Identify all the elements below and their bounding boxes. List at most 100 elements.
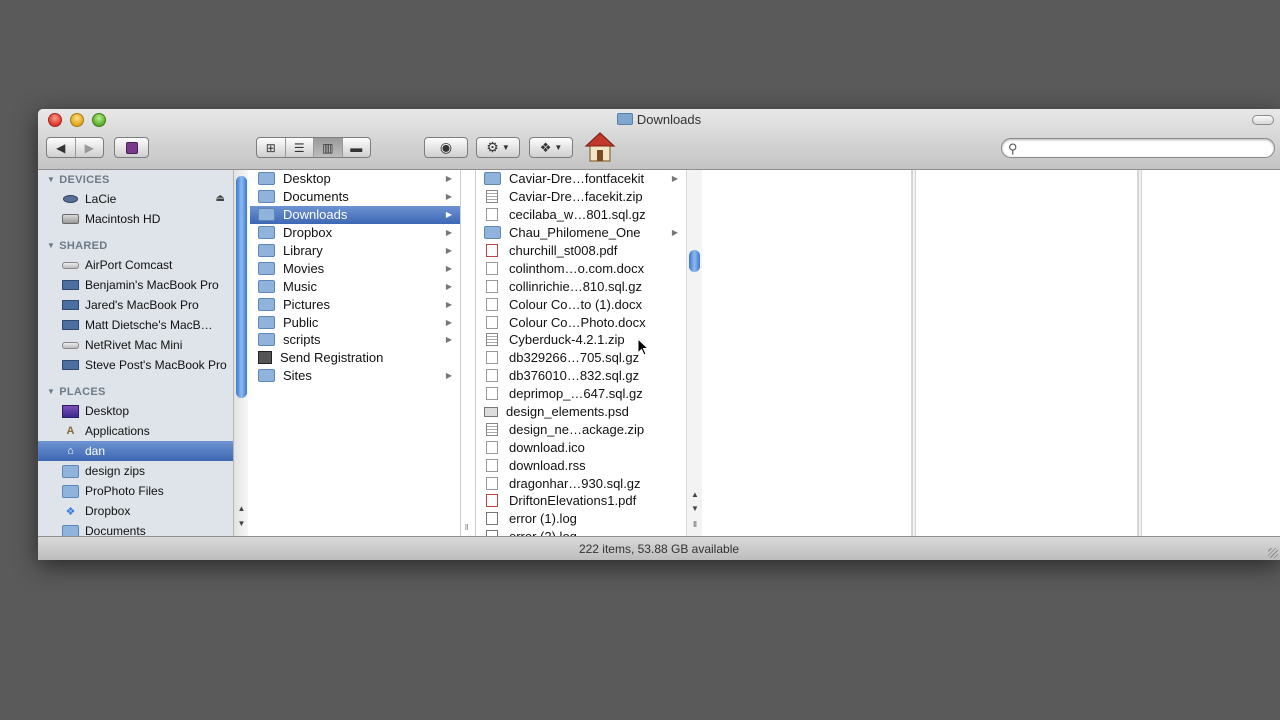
home-button[interactable]: [584, 131, 616, 163]
list-item-label: Music: [283, 278, 317, 294]
list-item[interactable]: error (1).log: [476, 510, 686, 528]
column-resize-handle[interactable]: ll: [460, 170, 476, 536]
sidebar-item-macintosh-hd[interactable]: Macintosh HD: [38, 209, 233, 229]
search-input[interactable]: [1024, 141, 1264, 155]
sidebar-item-shared-computer[interactable]: Matt Dietsche's MacB…: [38, 315, 233, 335]
list-item-label: Sites: [283, 368, 312, 384]
document-icon: [486, 279, 498, 293]
sidebar-item-prophoto-files[interactable]: ProPhoto Files: [38, 481, 233, 501]
list-item[interactable]: Send Registration: [250, 349, 460, 367]
sidebar-item-dan[interactable]: ⌂ dan: [38, 441, 233, 461]
sidebar-item-label: dan: [85, 444, 106, 458]
zip-file-icon: [486, 190, 498, 204]
list-item-label: download.ico: [509, 439, 585, 455]
list-item[interactable]: collinrichie…810.sql.gz: [476, 277, 686, 295]
list-view-button[interactable]: ☰: [286, 138, 314, 157]
sidebar-item-label: AirPort Comcast: [85, 258, 173, 272]
action-button[interactable]: ⚙ ▼: [476, 137, 520, 158]
list-item[interactable]: error (2).log: [476, 528, 686, 536]
list-item[interactable]: Pictures ▶: [250, 295, 460, 313]
path-button[interactable]: [114, 137, 149, 158]
resize-grip-icon[interactable]: ll: [687, 520, 703, 532]
list-item[interactable]: Colour Co…to (1).docx: [476, 295, 686, 313]
sidebar-item-desktop[interactable]: Desktop: [38, 401, 233, 421]
list-item[interactable]: Music ▶: [250, 277, 460, 295]
sidebar-scroll-thumb[interactable]: [236, 176, 247, 398]
column-view-button[interactable]: ▥: [314, 138, 343, 157]
list-item[interactable]: Movies ▶: [250, 259, 460, 277]
resize-grip-icon[interactable]: [1268, 548, 1278, 558]
sidebar-item-label: Benjamin's MacBook Pro: [85, 278, 219, 292]
downloads-scrollbar[interactable]: ▲ ▼ ll: [686, 170, 702, 536]
downloads-scroll-thumb[interactable]: [689, 250, 700, 272]
list-item[interactable]: design_ne…ackage.zip: [476, 420, 686, 438]
list-item[interactable]: Caviar-Dre…facekit.zip: [476, 188, 686, 206]
list-item[interactable]: download.ico: [476, 438, 686, 456]
list-item[interactable]: Dropbox ▶: [250, 224, 460, 242]
list-item[interactable]: Caviar-Dre…fontfacekit ▶: [476, 170, 686, 188]
sidebar-header-places[interactable]: ▼ PLACES: [38, 382, 233, 401]
sidebar-item-dropbox[interactable]: ❖ Dropbox: [38, 501, 233, 521]
list-item[interactable]: DriftonElevations1.pdf: [476, 492, 686, 510]
list-item[interactable]: Documents ▶: [250, 188, 460, 206]
eject-icon[interactable]: ⏏: [216, 193, 225, 204]
list-item[interactable]: design_elements.psd: [476, 403, 686, 421]
sidebar-item-shared-computer[interactable]: Benjamin's MacBook Pro: [38, 275, 233, 295]
sidebar-item-shared-computer[interactable]: NetRivet Mac Mini: [38, 335, 233, 355]
list-item[interactable]: cecilaba_w…801.sql.gz: [476, 206, 686, 224]
list-item[interactable]: churchill_st008.pdf: [476, 242, 686, 260]
sidebar-header-shared[interactable]: ▼ SHARED: [38, 236, 233, 255]
sidebar-scrollbar[interactable]: ▲ ▼: [233, 170, 248, 536]
sidebar-item-design-zips[interactable]: design zips: [38, 461, 233, 481]
scroll-down-icon[interactable]: ▼: [687, 504, 703, 516]
list-item[interactable]: Public ▶: [250, 313, 460, 331]
list-item[interactable]: Sites ▶: [250, 367, 460, 385]
sidebar-item-lacie[interactable]: LaCie ⏏: [38, 189, 233, 209]
icon-view-button[interactable]: ⊞: [257, 138, 286, 157]
back-forward-control: ◀ ▶: [46, 137, 104, 158]
list-item[interactable]: Downloads ▶: [250, 205, 460, 224]
list-item-label: deprimop_…647.sql.gz: [509, 386, 643, 402]
external-drive-icon: [62, 193, 79, 206]
sidebar-header-label: PLACES: [59, 385, 106, 398]
toolbar-toggle-button[interactable]: [1252, 115, 1274, 125]
log-file-icon: [486, 512, 498, 526]
list-item[interactable]: Colour Co…Photo.docx: [476, 313, 686, 331]
list-item[interactable]: Chau_Philomene_One ▶: [476, 224, 686, 242]
folder-icon: [62, 464, 79, 478]
quick-look-button[interactable]: ◉: [424, 137, 468, 158]
list-item[interactable]: scripts ▶: [250, 331, 460, 349]
laptop-icon: [62, 300, 79, 310]
scroll-down-icon[interactable]: ▼: [234, 519, 249, 532]
list-item[interactable]: Desktop ▶: [250, 170, 460, 188]
disclosure-triangle-icon: ▼: [47, 175, 56, 184]
back-button[interactable]: ◀: [47, 138, 76, 157]
dropbox-button[interactable]: ❖ ▼: [529, 137, 573, 158]
sidebar-item-applications[interactable]: A Applications: [38, 421, 233, 441]
chevron-down-icon: ▼: [501, 143, 510, 152]
sidebar-item-shared-computer[interactable]: Steve Post's MacBook Pro: [38, 355, 233, 375]
list-item[interactable]: db329266…705.sql.gz: [476, 349, 686, 367]
sidebar-item-shared-computer[interactable]: Jared's MacBook Pro: [38, 295, 233, 315]
list-item[interactable]: Library ▶: [250, 242, 460, 260]
scroll-up-icon[interactable]: ▲: [687, 490, 703, 502]
scroll-up-icon[interactable]: ▲: [234, 504, 249, 517]
list-item[interactable]: colinthom…o.com.docx: [476, 259, 686, 277]
sidebar-item-airport[interactable]: AirPort Comcast: [38, 255, 233, 275]
list-item-label: design_elements.psd: [506, 404, 629, 420]
forward-button[interactable]: ▶: [76, 138, 104, 157]
laptop-icon: [62, 280, 79, 290]
sidebar-header-devices[interactable]: ▼ DEVICES: [38, 170, 233, 189]
list-item[interactable]: deprimop_…647.sql.gz: [476, 385, 686, 403]
search-field[interactable]: ⚲: [1001, 138, 1275, 158]
list-item[interactable]: db376010…832.sql.gz: [476, 367, 686, 385]
coverflow-view-button[interactable]: ▬: [343, 138, 371, 157]
folder-icon: [62, 484, 79, 498]
folder-icon: [258, 172, 275, 186]
list-item[interactable]: Cyberduck-4.2.1.zip: [476, 331, 686, 349]
list-item[interactable]: download.rss: [476, 456, 686, 474]
document-icon: [486, 440, 498, 454]
list-item-label: churchill_st008.pdf: [509, 243, 618, 258]
sidebar-item-documents[interactable]: Documents: [38, 521, 233, 536]
list-item[interactable]: dragonhar…930.sql.gz: [476, 474, 686, 492]
